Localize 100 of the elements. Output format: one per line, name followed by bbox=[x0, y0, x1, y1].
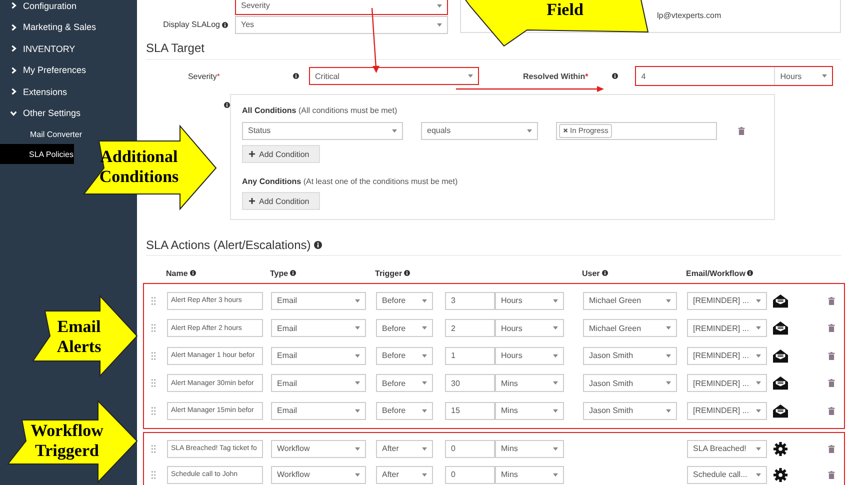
amount-input[interactable]: 1 bbox=[445, 346, 495, 365]
caret-icon bbox=[422, 381, 427, 386]
plus-icon bbox=[249, 198, 255, 204]
remove-icon[interactable] bbox=[563, 128, 568, 133]
envelope-icon[interactable] bbox=[773, 348, 788, 363]
drag-handle-icon[interactable] bbox=[151, 296, 156, 305]
drag-handle-icon[interactable] bbox=[151, 444, 156, 452]
drag-handle-icon[interactable] bbox=[151, 470, 156, 478]
unit-dropdown[interactable]: Mins bbox=[495, 466, 564, 484]
amount-input[interactable]: 15 bbox=[445, 402, 495, 420]
caret-icon bbox=[756, 298, 761, 303]
trigger-dropdown[interactable]: Before bbox=[376, 346, 433, 365]
type-dropdown[interactable]: Workflow bbox=[271, 440, 366, 458]
caret-icon bbox=[553, 354, 558, 358]
sidebar-item[interactable]: My Preferences bbox=[0, 60, 137, 81]
type-dropdown[interactable]: Email bbox=[271, 319, 366, 338]
info-icon bbox=[612, 73, 618, 79]
type-dropdown[interactable]: Workflow bbox=[271, 466, 366, 484]
gear-icon[interactable] bbox=[773, 442, 788, 456]
section-heading: SLA Actions (Alert/Escalations) bbox=[146, 238, 841, 256]
trigger-dropdown[interactable]: After bbox=[376, 440, 433, 458]
unit-dropdown[interactable]: Mins bbox=[495, 402, 564, 420]
field-dropdown[interactable]: Status bbox=[242, 122, 403, 140]
envelope-icon[interactable] bbox=[773, 321, 788, 336]
user-dropdown[interactable]: Michael Green bbox=[583, 319, 677, 338]
user-dropdown[interactable]: Jason Smith bbox=[583, 402, 677, 420]
template-dropdown[interactable]: [REMINDER] ... bbox=[687, 319, 767, 338]
user-dropdown[interactable]: Michael Green bbox=[583, 292, 677, 310]
info-icon bbox=[293, 73, 299, 79]
caret-icon bbox=[553, 326, 558, 330]
sidebar-item[interactable]: Other Settings bbox=[0, 102, 137, 124]
dropdown[interactable]: Severity bbox=[235, 0, 448, 14]
unit-dropdown[interactable]: Hours bbox=[495, 292, 564, 310]
template-dropdown[interactable]: SLA Breached! bbox=[687, 440, 767, 458]
user-dropdown[interactable]: Jason Smith bbox=[583, 374, 677, 392]
caret-icon bbox=[422, 354, 427, 358]
trigger-dropdown[interactable]: Before bbox=[376, 319, 433, 338]
caret-icon bbox=[437, 4, 442, 8]
caret-icon bbox=[422, 472, 427, 476]
trash-icon[interactable] bbox=[828, 324, 835, 332]
envelope-icon[interactable] bbox=[773, 376, 788, 390]
caret-icon bbox=[756, 472, 761, 476]
caret-icon bbox=[666, 298, 671, 303]
caret-icon bbox=[553, 381, 558, 386]
template-dropdown[interactable]: Schedule call... bbox=[687, 466, 767, 484]
dropdown[interactable]: Yes bbox=[235, 16, 448, 34]
trash-icon[interactable] bbox=[828, 470, 835, 478]
trash-icon[interactable] bbox=[738, 126, 745, 134]
drag-handle-icon[interactable] bbox=[151, 406, 156, 415]
amount-input[interactable]: 0 bbox=[445, 440, 495, 458]
template-dropdown[interactable]: [REMINDER] ... bbox=[687, 374, 767, 392]
template-dropdown[interactable]: [REMINDER] ... bbox=[687, 292, 767, 310]
gear-icon[interactable] bbox=[773, 468, 788, 482]
unit-dropdown[interactable]: Hours bbox=[495, 319, 564, 338]
drag-handle-icon[interactable] bbox=[151, 379, 156, 388]
unit-dropdown[interactable]: Hours bbox=[495, 346, 564, 365]
required-mark: * bbox=[585, 72, 588, 80]
section-heading: SLA Target bbox=[146, 41, 841, 60]
envelope-icon[interactable] bbox=[773, 404, 788, 418]
sidebar-item[interactable]: INVENTORY bbox=[0, 38, 137, 60]
template-dropdown[interactable]: [REMINDER] ... bbox=[687, 402, 767, 420]
drag-handle-icon[interactable] bbox=[151, 352, 156, 360]
trash-icon[interactable] bbox=[828, 444, 835, 452]
amount-input[interactable]: 2 bbox=[445, 319, 495, 338]
type-dropdown[interactable]: Email bbox=[271, 292, 366, 310]
trigger-dropdown[interactable]: Before bbox=[376, 402, 433, 420]
sidebar-item[interactable]: Extensions bbox=[0, 81, 137, 102]
trigger-dropdown[interactable]: Before bbox=[376, 292, 433, 310]
trigger-dropdown[interactable]: After bbox=[376, 466, 433, 484]
trash-icon[interactable] bbox=[828, 406, 835, 415]
add-condition-button[interactable]: Add Condition bbox=[242, 192, 320, 210]
caret-icon bbox=[756, 446, 761, 450]
trash-icon[interactable] bbox=[828, 379, 835, 388]
email-text: lp@vtexperts.com bbox=[657, 10, 722, 20]
trigger-dropdown[interactable]: Before bbox=[376, 374, 433, 392]
sidebar-item[interactable]: Marketing & Sales bbox=[0, 16, 137, 38]
type-dropdown[interactable]: Email bbox=[271, 374, 366, 392]
caret-icon bbox=[553, 446, 558, 450]
type-dropdown[interactable]: Email bbox=[271, 402, 366, 420]
add-condition-button[interactable]: Add Condition bbox=[242, 145, 320, 163]
callout-text: Workflow Triggerd bbox=[30, 421, 104, 461]
sidebar-item[interactable]: Configuration bbox=[0, 0, 137, 16]
dropdown[interactable]: Critical bbox=[309, 67, 479, 85]
drag-handle-icon[interactable] bbox=[151, 324, 156, 332]
amount-input[interactable]: 30 bbox=[445, 374, 495, 392]
template-dropdown[interactable]: [REMINDER] ... bbox=[687, 346, 767, 365]
trash-icon[interactable] bbox=[828, 296, 835, 305]
unit-dropdown[interactable]: Mins bbox=[495, 374, 564, 392]
sidebar-subitem[interactable]: Mail Converter bbox=[0, 124, 84, 144]
caret-icon bbox=[756, 408, 761, 413]
amount-input[interactable]: 0 bbox=[445, 466, 495, 484]
envelope-icon[interactable] bbox=[773, 294, 788, 308]
sidebar-subitem[interactable]: SLA Policies bbox=[0, 144, 74, 164]
user-dropdown[interactable]: Jason Smith bbox=[583, 346, 677, 365]
type-dropdown[interactable]: Email bbox=[271, 346, 366, 365]
amount-input[interactable]: 3 bbox=[445, 292, 495, 310]
unit-dropdown[interactable]: Mins bbox=[495, 440, 564, 458]
operator-dropdown[interactable]: equals bbox=[421, 122, 538, 140]
trash-icon[interactable] bbox=[828, 352, 835, 360]
caret-icon bbox=[666, 381, 671, 386]
